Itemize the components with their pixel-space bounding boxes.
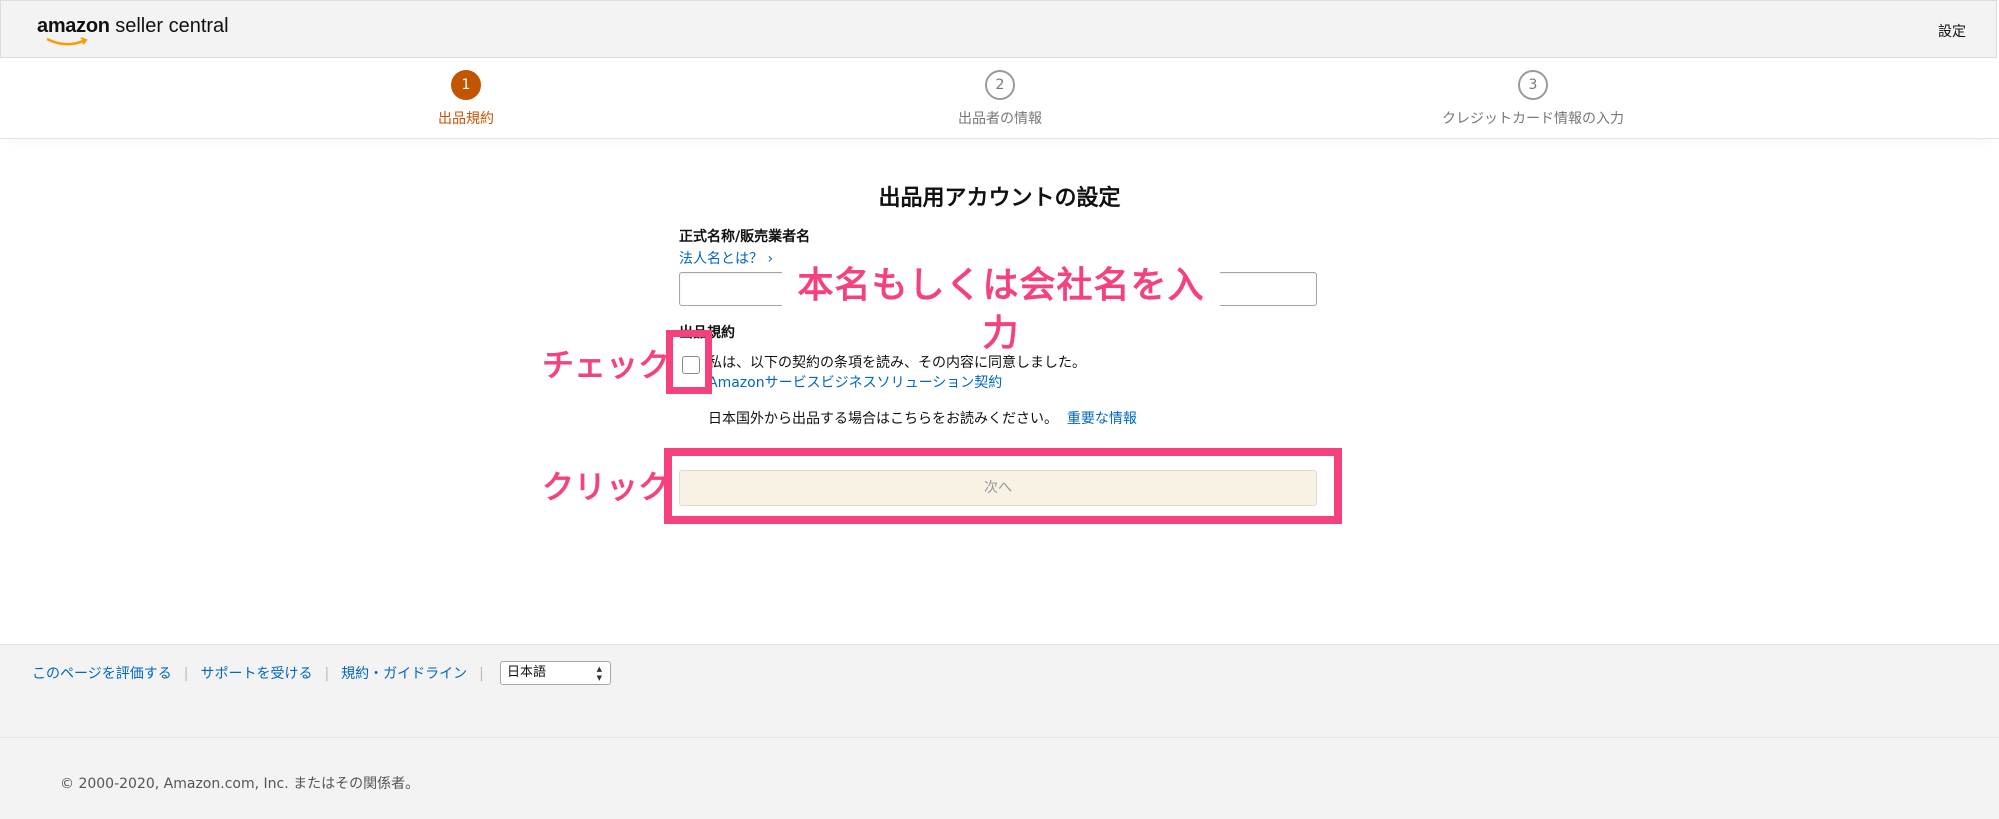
- footer-divider: [0, 737, 1999, 738]
- logo-brand: amazon: [37, 15, 110, 37]
- language-selected: 日本語: [507, 665, 547, 680]
- contract-link[interactable]: Amazonサービスビジネスソリューション契約: [708, 372, 1002, 392]
- annotation-checkbox-highlight: [666, 330, 712, 394]
- annotation-check-label: チェック: [542, 346, 671, 384]
- annotation-name-hint: 本名もしくは会社名を入力: [782, 262, 1220, 354]
- footer-links: このページを評価する | サポートを受ける | 規約・ガイドライン |: [32, 666, 484, 682]
- seller-central-logo[interactable]: amazon seller central: [37, 15, 229, 47]
- logo-rest: seller central: [109, 15, 229, 37]
- business-name-help-link[interactable]: 法人名とは？ ›: [679, 248, 773, 268]
- copyright: © 2000-2020, Amazon.com, Inc. またはその関係者。: [60, 776, 420, 792]
- footer-link-support[interactable]: サポートを受ける: [200, 666, 312, 682]
- annotation-click-label: クリック: [542, 468, 671, 506]
- step-3: 3 クレジットカード情報の入力: [1383, 70, 1683, 128]
- annotation-next-highlight: [664, 448, 1342, 524]
- step-1-number: 1: [451, 70, 481, 100]
- settings-link[interactable]: 設定: [1938, 21, 1966, 41]
- language-select[interactable]: 日本語 ▲ ▼: [500, 661, 611, 685]
- important-info-link[interactable]: 重要な情報: [1067, 411, 1137, 427]
- footer-link-rate-page[interactable]: このページを評価する: [32, 666, 172, 682]
- step-1-label: 出品規約: [438, 111, 494, 127]
- outside-japan-notice: 日本国外から出品する場合はこちらをお読みください。 重要な情報: [708, 408, 1137, 428]
- page-footer: このページを評価する | サポートを受ける | 規約・ガイドライン | 日本語 ▲ ▼ © …: [0, 644, 1999, 819]
- page-title: 出品用アカウントの設定: [878, 186, 1121, 211]
- registration-stepper: 1 出品規約 2 出品者の情報 3 クレジットカード情報の入力: [0, 58, 1999, 139]
- step-2-label: 出品者の情報: [958, 111, 1042, 127]
- step-1: 1 出品規約: [316, 70, 616, 128]
- select-arrows-icon: ▲ ▼: [596, 665, 602, 682]
- amazon-smile-icon: [46, 37, 88, 46]
- footer-link-guidelines[interactable]: 規約・ガイドライン: [341, 666, 467, 682]
- outside-japan-text: 日本国外から出品する場合はこちらをお読みください。: [708, 411, 1058, 427]
- step-3-number: 3: [1518, 70, 1548, 100]
- terms-agree-text: 私は、以下の契約の条項を読み、その内容に同意しました。: [708, 355, 1086, 371]
- step-2: 2 出品者の情報: [850, 70, 1150, 128]
- step-3-label: クレジットカード情報の入力: [1442, 111, 1624, 127]
- step-2-number: 2: [985, 70, 1015, 100]
- business-name-label: 正式名称/販売業者名: [679, 229, 811, 245]
- top-header: amazon seller central 設定: [0, 0, 1997, 58]
